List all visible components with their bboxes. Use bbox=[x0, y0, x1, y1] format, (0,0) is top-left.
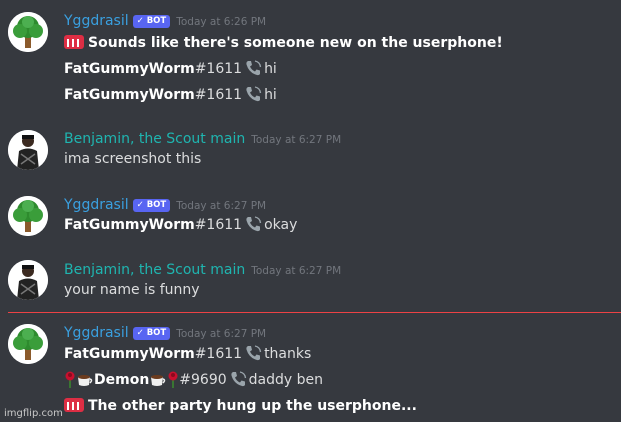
rose-icon bbox=[65, 371, 75, 388]
phone-icon bbox=[246, 345, 262, 361]
tree-avatar[interactable] bbox=[8, 324, 48, 364]
timestamp[interactable]: Today at 6:26 PM bbox=[176, 16, 266, 28]
coffee-icon bbox=[151, 375, 166, 386]
message-content: ima screenshot this bbox=[64, 148, 201, 170]
relay-name: FatGummyWorm bbox=[64, 217, 195, 233]
author-name[interactable]: Yggdrasil bbox=[64, 325, 129, 341]
phone-icon bbox=[246, 60, 262, 76]
message-content: The other party hung up the userphone... bbox=[64, 395, 417, 417]
author-name[interactable]: Benjamin, the Scout main bbox=[64, 131, 245, 147]
relay-tag: #9690 bbox=[179, 372, 227, 388]
message-text: ima screenshot this bbox=[64, 151, 202, 167]
message-header: Benjamin, the Scout main Today at 6:27 PM bbox=[64, 259, 341, 279]
relay-tag: #1611 bbox=[194, 346, 243, 362]
phone-icon bbox=[246, 86, 262, 102]
relay-name: Demon bbox=[94, 372, 150, 388]
message-header: Yggdrasil ✓ BOT Today at 6:27 PM bbox=[64, 322, 266, 342]
message-content: Demon #9690 daddy ben bbox=[64, 369, 323, 391]
relay-text: thanks bbox=[264, 346, 312, 362]
author-name[interactable]: Benjamin, the Scout main bbox=[64, 262, 245, 278]
tree-avatar[interactable] bbox=[8, 196, 48, 236]
timestamp[interactable]: Today at 6:27 PM bbox=[176, 328, 266, 340]
phone-icon bbox=[246, 216, 262, 232]
phone-icon bbox=[231, 371, 246, 387]
relay-tag: #1611 bbox=[194, 61, 243, 77]
relay-text: hi bbox=[264, 61, 277, 77]
rose-icon bbox=[168, 371, 178, 388]
author-name[interactable]: Yggdrasil bbox=[64, 13, 129, 29]
relay-text: okay bbox=[264, 217, 298, 233]
relay-name: FatGummyWorm bbox=[64, 87, 195, 103]
relay-name: FatGummyWorm bbox=[64, 61, 195, 77]
message-header: Yggdrasil ✓ BOT Today at 6:26 PM bbox=[64, 10, 266, 30]
bot-badge: ✓ BOT bbox=[132, 327, 171, 340]
relay-tag: #1611 bbox=[194, 217, 243, 233]
author-name[interactable]: Yggdrasil bbox=[64, 197, 129, 213]
relay-text: hi bbox=[264, 87, 277, 103]
message-text: your name is funny bbox=[64, 282, 200, 298]
relay-name: FatGummyWorm bbox=[64, 346, 195, 362]
relay-tag: #1611 bbox=[194, 87, 243, 103]
siren-icon bbox=[64, 35, 84, 49]
new-messages-divider bbox=[8, 312, 621, 313]
message-content: FatGummyWorm#1611 hi bbox=[64, 84, 277, 106]
message-content: your name is funny bbox=[64, 279, 200, 301]
tree-avatar[interactable] bbox=[8, 12, 48, 52]
timestamp[interactable]: Today at 6:27 PM bbox=[251, 134, 341, 146]
message-content: FatGummyWorm#1611 hi bbox=[64, 58, 277, 80]
system-text: Sounds like there's someone new on the u… bbox=[88, 35, 503, 51]
message-content: Sounds like there's someone new on the u… bbox=[64, 32, 503, 54]
user-avatar[interactable] bbox=[8, 130, 48, 170]
message-content: FatGummyWorm#1611 okay bbox=[64, 214, 297, 236]
bot-badge: ✓ BOT bbox=[132, 199, 171, 212]
message-content: FatGummyWorm#1611 thanks bbox=[64, 343, 311, 365]
timestamp[interactable]: Today at 6:27 PM bbox=[176, 200, 266, 212]
message-header: Yggdrasil ✓ BOT Today at 6:27 PM bbox=[64, 194, 266, 214]
siren-icon bbox=[64, 398, 84, 412]
bot-badge: ✓ BOT bbox=[132, 15, 171, 28]
timestamp[interactable]: Today at 6:27 PM bbox=[251, 265, 341, 277]
message-header: Benjamin, the Scout main Today at 6:27 PM bbox=[64, 128, 341, 148]
system-text: The other party hung up the userphone... bbox=[88, 398, 417, 414]
watermark: imgflip.com bbox=[4, 408, 63, 419]
coffee-icon bbox=[78, 375, 93, 386]
user-avatar[interactable] bbox=[8, 260, 48, 300]
relay-text: daddy ben bbox=[248, 372, 324, 388]
